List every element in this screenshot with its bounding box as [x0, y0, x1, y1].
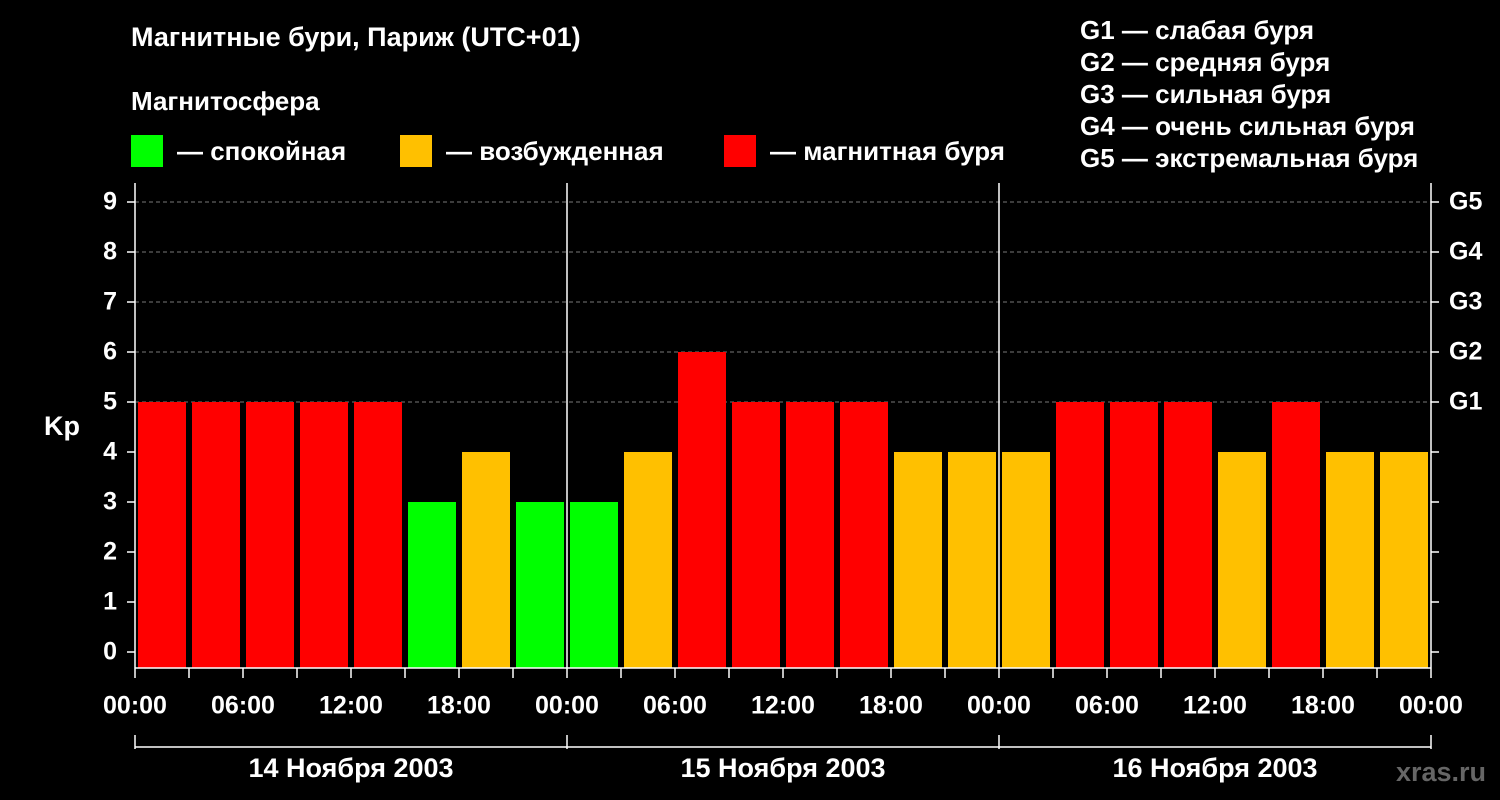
y-tick-label: 0	[103, 638, 117, 666]
bar-2	[192, 402, 240, 668]
g-level-label: G2	[1449, 338, 1482, 366]
bar-17	[1002, 452, 1050, 668]
g-level-label: G3	[1449, 288, 1482, 316]
bar-16	[948, 452, 996, 668]
y-tick-label: 8	[103, 238, 117, 266]
bar-10	[624, 452, 672, 668]
bar-14	[840, 402, 888, 668]
g-level-label: G1	[1449, 388, 1482, 416]
x-tick-label: 00:00	[967, 692, 1031, 720]
day-label: 14 Ноября 2003	[248, 753, 453, 783]
x-tick-label: 00:00	[103, 692, 167, 720]
day-label: 16 Ноября 2003	[1112, 753, 1317, 783]
x-tick-label: 00:00	[535, 692, 599, 720]
y-tick-label: 1	[103, 588, 117, 616]
bar-5	[354, 402, 402, 668]
x-tick-label: 12:00	[751, 692, 815, 720]
bar-19	[1110, 402, 1158, 668]
kp-bar-chart: 0 1 2 3 4 5 6 7 8 9 G1 G2 G3 G4 G5 Kp 00:00 06:00 12:00 18:…	[44, 183, 1482, 783]
g-level-label: G5	[1449, 188, 1482, 216]
bar-24	[1380, 452, 1428, 668]
x-tick-label: 06:00	[1075, 692, 1139, 720]
x-tick-label: 00:00	[1399, 692, 1463, 720]
bar-3	[246, 402, 294, 668]
watermark: xras.ru	[1395, 757, 1486, 787]
x-tick-label: 12:00	[319, 692, 383, 720]
x-tick-label: 18:00	[1291, 692, 1355, 720]
y-tick-label: 6	[103, 338, 117, 366]
x-tick-label: 18:00	[427, 692, 491, 720]
bar-13	[786, 402, 834, 668]
bar-7	[462, 452, 510, 668]
y-tick-label: 4	[103, 438, 117, 466]
bar-20	[1164, 402, 1212, 668]
x-tick-label: 12:00	[1183, 692, 1247, 720]
x-tick-label: 06:00	[643, 692, 707, 720]
x-tick-label: 18:00	[859, 692, 923, 720]
day-label: 15 Ноября 2003	[680, 753, 885, 783]
x-tick-label: 06:00	[211, 692, 275, 720]
bar-23	[1326, 452, 1374, 668]
bar-4	[300, 402, 348, 668]
bar-9	[570, 502, 618, 668]
y-tick-label: 5	[103, 388, 117, 416]
y-axis-label: Kp	[44, 411, 80, 441]
bar-11	[678, 352, 726, 668]
bar-18	[1056, 402, 1104, 668]
bar-22	[1272, 402, 1320, 668]
bar-12	[732, 402, 780, 668]
bar-8	[516, 502, 564, 668]
y-tick-label: 3	[103, 488, 117, 516]
y-tick-label: 2	[103, 538, 117, 566]
bar-15	[894, 452, 942, 668]
bar-1	[138, 402, 186, 668]
g-level-label: G4	[1449, 238, 1482, 266]
bar-6	[408, 502, 456, 668]
bar-21	[1218, 452, 1266, 668]
y-tick-label: 7	[103, 288, 117, 316]
y-tick-label: 9	[103, 188, 117, 216]
